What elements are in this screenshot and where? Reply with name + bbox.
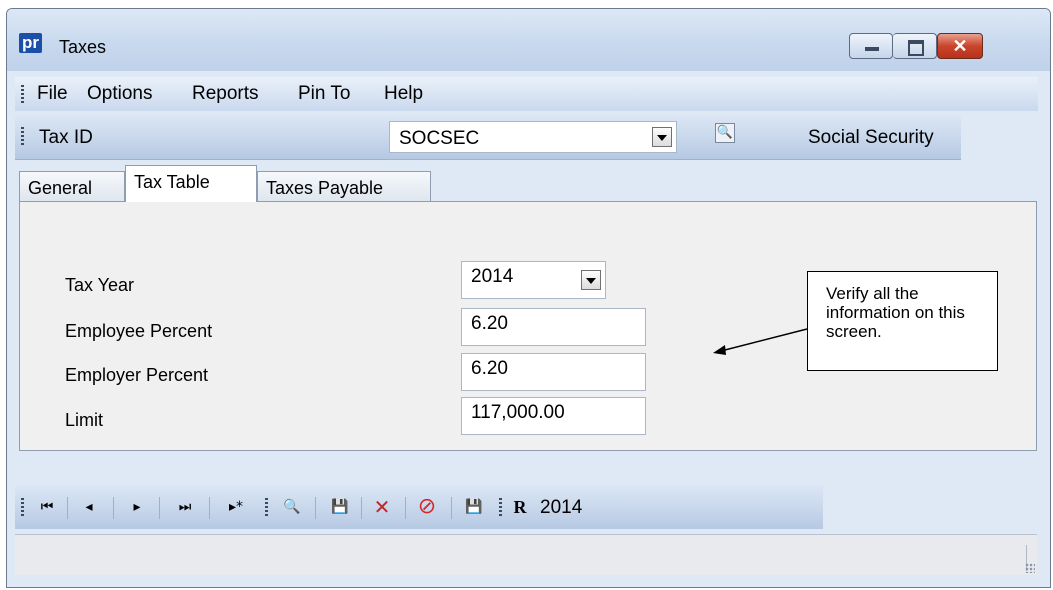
- minimize-icon: [865, 47, 879, 51]
- app-logo-icon: pr: [19, 33, 42, 53]
- tab-general[interactable]: General: [19, 171, 125, 201]
- delete-icon[interactable]: ✕: [367, 494, 397, 520]
- separator: [67, 497, 68, 519]
- tab-label: Taxes Payable: [266, 178, 384, 198]
- limit-value: 117,000.00: [471, 402, 565, 423]
- limit-field[interactable]: 117,000.00: [461, 397, 646, 435]
- grip-handle[interactable]: [499, 498, 502, 516]
- menu-file[interactable]: File: [37, 83, 68, 105]
- tax-id-value: SOCSEC: [399, 128, 480, 149]
- search-icon[interactable]: 🔍: [277, 494, 307, 520]
- grip-handle[interactable]: [21, 85, 24, 103]
- cancel-icon[interactable]: ⊘: [411, 494, 443, 520]
- maximize-button[interactable]: [893, 33, 937, 59]
- maximize-icon: [908, 40, 924, 56]
- close-icon: ✕: [952, 36, 968, 56]
- tab-tax-table[interactable]: Tax Table: [125, 165, 257, 202]
- chevron-down-icon: [657, 135, 667, 141]
- next-record-icon[interactable]: ▸: [125, 494, 149, 520]
- employee-percent-field[interactable]: 6.20: [461, 308, 646, 346]
- tax-id-combobox[interactable]: SOCSEC: [389, 121, 677, 153]
- tax-id-label: Tax ID: [39, 127, 93, 148]
- menu-pin-to[interactable]: Pin To: [298, 83, 350, 105]
- employer-percent-label: Employer Percent: [65, 365, 209, 385]
- employee-percent-label: Employee Percent: [65, 321, 213, 341]
- separator: [113, 497, 114, 519]
- first-record-icon[interactable]: ⏮: [35, 494, 59, 520]
- title-bar[interactable]: pr Taxes ✕: [7, 9, 1050, 71]
- tax-year-value: 2014: [471, 266, 514, 287]
- status-bar: [15, 534, 1037, 575]
- separator: [451, 497, 452, 519]
- tax-year-label: Tax Year: [65, 275, 135, 295]
- tab-taxes-payable[interactable]: Taxes Payable: [257, 171, 431, 201]
- binoculars-icon: 🔍: [716, 125, 734, 140]
- tax-year-select[interactable]: 2014: [461, 261, 606, 299]
- tax-description: Social Security: [808, 127, 934, 148]
- lookup-search-button[interactable]: 🔍: [715, 123, 735, 143]
- dropdown-button[interactable]: [652, 127, 672, 147]
- last-record-icon[interactable]: ⏭: [173, 494, 197, 520]
- dropdown-button[interactable]: [581, 270, 601, 290]
- callout-text: Verify all the information on this scree…: [826, 284, 965, 341]
- menu-reports[interactable]: Reports: [192, 83, 259, 105]
- chevron-down-icon: [586, 278, 596, 284]
- menu-options[interactable]: Options: [87, 83, 152, 105]
- callout-note: Verify all the information on this scree…: [807, 271, 998, 371]
- report-icon[interactable]: R: [505, 494, 535, 520]
- window-title: Taxes: [59, 37, 107, 57]
- new-record-icon[interactable]: ▸*: [221, 494, 251, 520]
- separator: [209, 497, 210, 519]
- employee-percent-value: 6.20: [471, 313, 508, 334]
- grip-handle[interactable]: [265, 498, 268, 516]
- separator: [159, 497, 160, 519]
- employer-percent-field[interactable]: 6.20: [461, 353, 646, 391]
- tab-strip: General Tax Table Taxes Payable: [19, 165, 1039, 202]
- previous-record-icon[interactable]: ◂: [77, 494, 101, 520]
- menu-help[interactable]: Help: [384, 83, 423, 105]
- tab-label: General: [28, 178, 93, 198]
- grip-handle[interactable]: [21, 127, 24, 145]
- close-button[interactable]: ✕: [937, 33, 983, 59]
- record-navigation-toolbar: ⏮ ◂ ▸ ⏭ ▸* 🔍 💾 ✕ ⊘ 💾 R 2014: [15, 485, 823, 529]
- callout-arrow: [713, 328, 808, 355]
- year-indicator: 2014: [540, 497, 583, 518]
- tax-table-panel: Tax Year 2014 Employee Percent 6.20 Empl…: [19, 201, 1037, 451]
- save-icon[interactable]: 💾: [325, 494, 355, 520]
- menu-bar: File Options Reports Pin To Help: [15, 77, 1038, 111]
- form-area: Tax Year 2014 Employee Percent 6.20 Empl…: [21, 227, 1035, 472]
- separator: [315, 497, 316, 519]
- grip-handle[interactable]: [21, 498, 24, 516]
- separator: [361, 497, 362, 519]
- limit-label: Limit: [65, 410, 104, 430]
- employer-percent-value: 6.20: [471, 358, 508, 379]
- separator: [405, 497, 406, 519]
- taxes-window: pr Taxes ✕ File Options Reports Pin To H…: [6, 8, 1051, 588]
- lookup-toolbar: Tax ID SOCSEC 🔍 Social Security: [15, 115, 961, 160]
- save-new-icon[interactable]: 💾: [457, 494, 491, 520]
- minimize-button[interactable]: [849, 33, 893, 59]
- resize-grip-icon[interactable]: [1025, 563, 1035, 573]
- tab-label: Tax Table: [134, 172, 210, 192]
